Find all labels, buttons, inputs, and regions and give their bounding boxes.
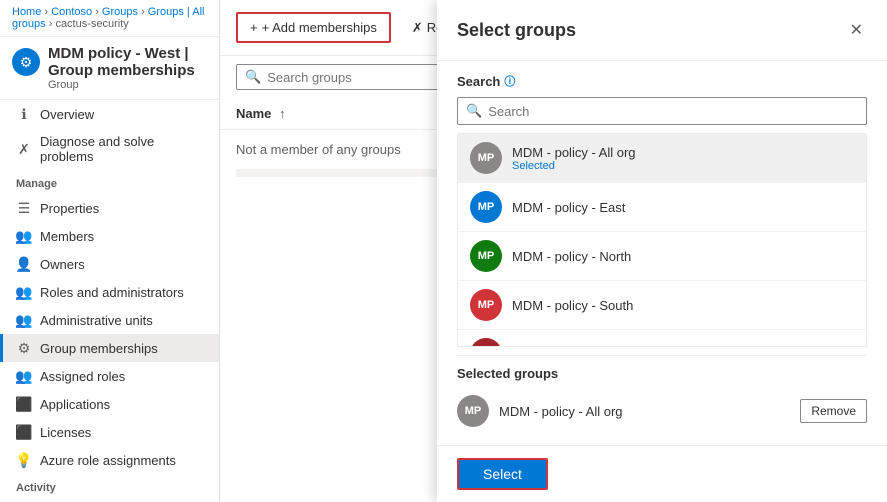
- manage-section-label: Manage: [0, 170, 219, 194]
- add-button-label: + Add memberships: [262, 20, 377, 35]
- panel-search-input[interactable]: [488, 104, 858, 119]
- sidebar-label-azure-roles: Azure role assignments: [40, 453, 176, 468]
- select-groups-panel: Select groups ✕ Search ⓘ 🔍 MP MDM - poli…: [437, 0, 887, 502]
- select-button[interactable]: Select: [457, 458, 548, 490]
- applications-icon: ⬛: [16, 396, 32, 412]
- sidebar-label-overview: Overview: [40, 107, 94, 122]
- breadcrumb-home[interactable]: Home: [12, 6, 41, 18]
- roles-icon: 👥: [16, 284, 32, 300]
- group-name-north: MDM - policy - North: [512, 249, 854, 264]
- group-avatar-north: MP: [470, 240, 502, 272]
- sidebar-label-licenses: Licenses: [40, 425, 91, 440]
- group-item-all-org[interactable]: MP MDM - policy - All org Selected: [458, 134, 866, 183]
- info-icon: ℹ: [16, 106, 32, 122]
- selected-groups-label: Selected groups: [457, 366, 867, 381]
- selected-avatar-all-org: MP: [457, 395, 489, 427]
- group-name-west: MDM - policy - West: [512, 347, 854, 348]
- sidebar-item-privileged-access[interactable]: 👥 Privileged access (Preview): [0, 498, 219, 502]
- breadcrumb-groups[interactable]: Groups: [102, 6, 138, 18]
- sidebar-item-applications[interactable]: ⬛ Applications: [0, 390, 219, 418]
- sidebar-label-admin-units: Administrative units: [40, 313, 153, 328]
- assigned-roles-icon: 👥: [16, 368, 32, 384]
- panel-body: Search ⓘ 🔍 MP MDM - policy - All org Sel…: [437, 61, 887, 445]
- sidebar: Home › Contoso › Groups › Groups | All g…: [0, 0, 220, 502]
- panel-close-button[interactable]: ✕: [846, 16, 867, 44]
- sidebar-item-diagnose[interactable]: ✗ Diagnose and solve problems: [0, 128, 219, 170]
- add-memberships-button[interactable]: + + Add memberships: [236, 12, 391, 43]
- panel-header: Select groups ✕: [437, 0, 887, 61]
- properties-icon: ☰: [16, 200, 32, 216]
- sort-icon[interactable]: ↑: [279, 106, 286, 121]
- admin-units-icon: 👥: [16, 312, 32, 328]
- sidebar-label-assigned-roles: Assigned roles: [40, 369, 125, 384]
- sidebar-item-assigned-roles[interactable]: 👥 Assigned roles: [0, 362, 219, 390]
- breadcrumb: Home › Contoso › Groups › Groups | All g…: [0, 0, 219, 37]
- page-title: MDM policy - West | Group memberships: [48, 45, 207, 79]
- group-item-west[interactable]: MP MDM - policy - West: [458, 330, 866, 347]
- sidebar-label-group-memberships: Group memberships: [40, 341, 158, 356]
- group-item-north[interactable]: MP MDM - policy - North: [458, 232, 866, 281]
- group-avatar-all-org: MP: [470, 142, 502, 174]
- sidebar-item-admin-units[interactable]: 👥 Administrative units: [0, 306, 219, 334]
- breadcrumb-current: cactus-security: [55, 18, 128, 30]
- remove-icon: ✗: [412, 20, 423, 36]
- group-name-south: MDM - policy - South: [512, 298, 854, 313]
- sidebar-item-group-memberships[interactable]: ⚙ Group memberships: [0, 334, 219, 362]
- sidebar-label-owners: Owners: [40, 257, 85, 272]
- remove-selected-button[interactable]: Remove: [800, 399, 867, 423]
- sidebar-label-members: Members: [40, 229, 94, 244]
- panel-search-box: 🔍: [457, 97, 867, 125]
- activity-section-label: Activity: [0, 474, 219, 498]
- panel-search-label: Search ⓘ: [457, 73, 867, 89]
- sidebar-label-roles: Roles and administrators: [40, 285, 184, 300]
- group-item-south[interactable]: MP MDM - policy - South: [458, 281, 866, 330]
- search-info-icon: ⓘ: [504, 73, 515, 89]
- diagnose-icon: ✗: [16, 141, 32, 157]
- sidebar-item-members[interactable]: 👥 Members: [0, 222, 219, 250]
- sidebar-label-properties: Properties: [40, 201, 99, 216]
- sidebar-label-diagnose: Diagnose and solve problems: [40, 134, 203, 164]
- breadcrumb-contoso[interactable]: Contoso: [51, 6, 92, 18]
- panel-footer: Select: [437, 445, 887, 502]
- group-status-all-org: Selected: [512, 160, 854, 172]
- page-subtitle: Group: [48, 79, 207, 91]
- sidebar-item-properties[interactable]: ☰ Properties: [0, 194, 219, 222]
- group-list: MP MDM - policy - All org Selected MP MD…: [457, 133, 867, 347]
- selected-groups-section: Selected groups MP MDM - policy - All or…: [457, 355, 867, 433]
- licenses-icon: ⬛: [16, 424, 32, 440]
- sidebar-item-azure-roles[interactable]: 💡 Azure role assignments: [0, 446, 219, 474]
- group-avatar-south: MP: [470, 289, 502, 321]
- panel-search-icon: 🔍: [466, 103, 482, 119]
- page-icon: ⚙: [12, 48, 40, 76]
- members-icon: 👥: [16, 228, 32, 244]
- panel-title: Select groups: [457, 20, 576, 41]
- sidebar-item-overview[interactable]: ℹ Overview: [0, 100, 219, 128]
- azure-roles-icon: 💡: [16, 452, 32, 468]
- group-name-all-org: MDM - policy - All org: [512, 145, 854, 160]
- group-avatar-west: MP: [470, 338, 502, 347]
- sidebar-label-applications: Applications: [40, 397, 110, 412]
- sidebar-item-owners[interactable]: 👤 Owners: [0, 250, 219, 278]
- search-icon: 🔍: [245, 69, 261, 85]
- page-title-area: ⚙ MDM policy - West | Group memberships …: [0, 37, 219, 100]
- plus-icon: +: [250, 20, 258, 35]
- group-avatar-east: MP: [470, 191, 502, 223]
- group-memberships-icon: ⚙: [16, 340, 32, 356]
- sidebar-item-roles[interactable]: 👥 Roles and administrators: [0, 278, 219, 306]
- selected-item-all-org: MP MDM - policy - All org Remove: [457, 389, 867, 433]
- group-item-east[interactable]: MP MDM - policy - East: [458, 183, 866, 232]
- group-name-east: MDM - policy - East: [512, 200, 854, 215]
- selected-item-name: MDM - policy - All org: [499, 404, 790, 419]
- sidebar-item-licenses[interactable]: ⬛ Licenses: [0, 418, 219, 446]
- owners-icon: 👤: [16, 256, 32, 272]
